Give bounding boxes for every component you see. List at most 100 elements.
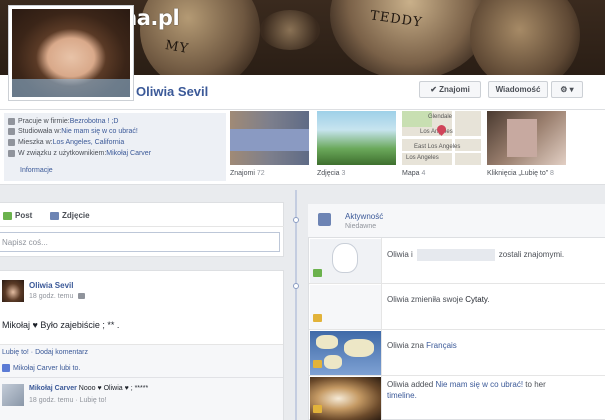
comment-author[interactable]: Mikołaj Carver bbox=[29, 385, 77, 392]
map-road bbox=[402, 136, 481, 139]
row-divider bbox=[381, 376, 382, 420]
speech-bubble-icon bbox=[3, 211, 12, 220]
activity-item-image[interactable] bbox=[310, 377, 381, 420]
friends-label[interactable]: Znajomi 72 bbox=[230, 170, 265, 177]
tab-photo[interactable]: Zdjęcie bbox=[50, 211, 90, 220]
timeline-dot bbox=[293, 217, 299, 223]
map-label: East Los Angeles bbox=[414, 144, 461, 150]
post-author-avatar[interactable] bbox=[2, 280, 24, 302]
photo-icon bbox=[50, 211, 59, 220]
post-timestamp[interactable]: 18 godz. temu bbox=[29, 293, 86, 300]
photos-count: 3 bbox=[341, 170, 346, 177]
cover-teddy-paw-right bbox=[470, 0, 580, 75]
heart-icon bbox=[8, 149, 15, 157]
add-friend-icon bbox=[313, 269, 322, 277]
tab-post-label: Post bbox=[15, 211, 33, 220]
activity-text-before: Oliwia zmieniła swoje bbox=[387, 295, 466, 304]
status-input[interactable] bbox=[0, 232, 280, 252]
activity-item-text-line2: timeline. bbox=[387, 391, 417, 400]
post-author-name[interactable]: Oliwia Sevil bbox=[29, 281, 73, 290]
map-label-text: Mapa bbox=[402, 170, 420, 177]
graduation-cap-icon bbox=[8, 127, 15, 135]
comment: Mikołaj Carver Nooo ♥ Oliwia ♥ ; ***** bbox=[29, 385, 148, 392]
activity-text-after: to her bbox=[523, 380, 546, 389]
blurred-area bbox=[230, 129, 309, 151]
comment-author-avatar[interactable] bbox=[2, 384, 24, 406]
map-landmass bbox=[316, 335, 338, 349]
activity-link[interactable]: timeline. bbox=[387, 391, 417, 400]
photos-label[interactable]: Zdjęcia 3 bbox=[317, 170, 345, 177]
map-landmass bbox=[324, 355, 342, 369]
comment-text: Nooo ♥ Oliwia ♥ ; ***** bbox=[76, 385, 149, 392]
activity-text-before: Oliwia zna bbox=[387, 341, 427, 350]
likes-text[interactable]: Mikołaj Carver lubi to. bbox=[13, 365, 80, 372]
activity-item-image[interactable] bbox=[310, 285, 381, 329]
pencil-icon bbox=[313, 314, 322, 322]
activity-item-text: Oliwia zna Français bbox=[387, 341, 457, 350]
activity-text-after: zostali znajomymi. bbox=[498, 250, 565, 260]
info-lives: Mieszka w: Los Angeles, California bbox=[8, 137, 124, 147]
activity-item-image[interactable] bbox=[310, 331, 381, 375]
activity-header bbox=[308, 204, 605, 238]
comment-divider bbox=[0, 377, 283, 378]
row-divider bbox=[381, 330, 382, 376]
photos-thumbnail[interactable] bbox=[317, 111, 396, 165]
profile-photo-image bbox=[12, 9, 130, 97]
map-landmass bbox=[344, 339, 374, 357]
photos-label-text: Zdjęcia bbox=[317, 170, 340, 177]
likes-label[interactable]: Kliknięcia „Lubię to” 8 bbox=[487, 170, 554, 177]
comment-meta[interactable]: 18 godz. temu · Lubię to! bbox=[29, 397, 106, 404]
info-relationship-link[interactable]: Mikołaj Carver bbox=[106, 150, 151, 157]
info-work-link[interactable]: Bezrobotna ! ;D bbox=[70, 118, 119, 125]
row-divider bbox=[381, 284, 382, 330]
audience-friends-icon[interactable] bbox=[78, 293, 86, 300]
post-body: Mikołaj ♥ Było zajebiście ; ** . bbox=[2, 320, 120, 330]
activity-text-after: . bbox=[487, 295, 490, 304]
friends-count: 72 bbox=[256, 170, 265, 177]
info-relationship: W związku z użytkownikiem: Mikołaj Carve… bbox=[8, 148, 151, 158]
activity-title[interactable]: Aktywność bbox=[345, 212, 383, 221]
activity-subtitle: Niedawne bbox=[345, 223, 377, 230]
map-road bbox=[452, 111, 455, 165]
likes-thumbnail[interactable] bbox=[487, 111, 566, 165]
post-timestamp-text: 18 godz. temu bbox=[29, 293, 74, 300]
activity-link[interactable]: Cytaty bbox=[465, 295, 487, 304]
map-label: Los Angeles bbox=[406, 155, 439, 161]
about-link[interactable]: Informacje bbox=[20, 167, 53, 174]
profile-picture[interactable] bbox=[8, 5, 134, 101]
activity-text-before: Oliwia i bbox=[387, 250, 413, 260]
map-thumbnail[interactable]: Glendale Los Angeles East Los Angeles Lo… bbox=[402, 111, 481, 165]
activity-item-text: Oliwia i zostali znajomymi. bbox=[387, 249, 564, 261]
map-label-link[interactable]: Mapa 4 bbox=[402, 170, 425, 177]
row-divider bbox=[381, 238, 382, 284]
activity-text-before: Oliwia added bbox=[387, 380, 436, 389]
friends-button[interactable]: ✔ Znajomi bbox=[419, 81, 481, 98]
post-likes: Mikołaj Carver lubi to. bbox=[2, 364, 80, 372]
blurred-area bbox=[507, 119, 537, 157]
activity-link[interactable]: Nie mam się w co ubrać! bbox=[435, 380, 523, 389]
activity-link[interactable]: Français bbox=[426, 341, 457, 350]
map-road bbox=[402, 151, 481, 153]
friends-thumbnail[interactable] bbox=[230, 111, 309, 165]
likes-count: 8 bbox=[550, 170, 554, 177]
pencil-icon bbox=[313, 360, 322, 368]
activity-item-text: Oliwia added Nie mam się w co ubrać! to … bbox=[387, 380, 546, 389]
pencil-icon bbox=[313, 405, 322, 413]
info-work-prefix: Pracuje w firmie: bbox=[18, 117, 70, 125]
settings-dropdown-button[interactable]: ⚙ ▾ bbox=[551, 81, 583, 98]
cover-teddy-paw-center bbox=[330, 0, 490, 75]
info-study-link[interactable]: Nie mam się w co ubrać! bbox=[61, 128, 138, 135]
message-button[interactable]: Wiadomość bbox=[488, 81, 548, 98]
map-label: Glendale bbox=[428, 114, 453, 120]
info-relationship-prefix: W związku z użytkownikiem: bbox=[18, 149, 107, 157]
house-icon bbox=[8, 138, 15, 146]
info-lives-link[interactable]: Los Angeles, California bbox=[53, 139, 125, 146]
post-actions[interactable]: Lubię to! · Dodaj komentarz bbox=[2, 349, 88, 356]
tab-post[interactable]: Post bbox=[3, 211, 32, 220]
briefcase-icon bbox=[8, 117, 15, 125]
friends-label-text: Znajomi bbox=[230, 170, 255, 177]
redacted-name bbox=[416, 249, 495, 261]
activity-item-text: Oliwia zmieniła swoje Cytaty. bbox=[387, 295, 490, 304]
info-work: Pracuje w firmie: Bezrobotna ! ;D bbox=[8, 116, 118, 126]
profile-name[interactable]: Oliwia Sevil bbox=[136, 84, 208, 99]
